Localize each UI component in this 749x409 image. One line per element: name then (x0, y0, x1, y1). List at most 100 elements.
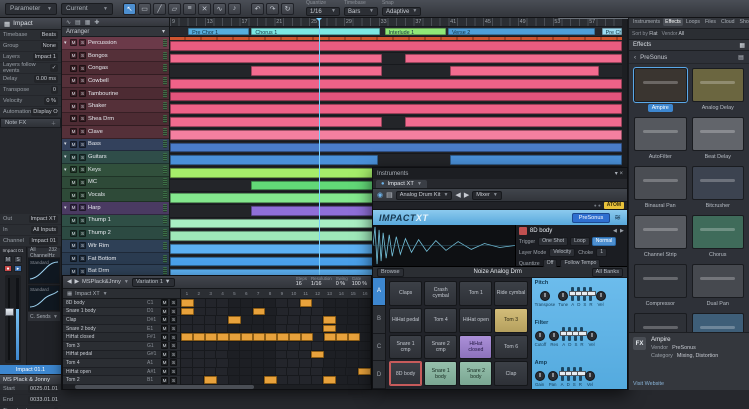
inspector-track-header[interactable]: ▦Impact (0, 18, 61, 30)
track-solo-button[interactable]: S (79, 128, 86, 135)
pattern-step[interactable] (240, 359, 252, 367)
effect-item-beat-delay[interactable]: Beat Delay (692, 117, 745, 161)
fader-thumb[interactable] (5, 308, 14, 316)
pattern-step[interactable] (228, 316, 241, 324)
pattern-step[interactable] (193, 325, 205, 333)
bank-filter-select[interactable]: All Banks (592, 268, 623, 277)
lane-solo-button[interactable]: S (170, 299, 177, 306)
pattern-step[interactable] (217, 359, 229, 367)
folder-caret-icon[interactable]: ▾ (64, 167, 68, 173)
grid-view-icon[interactable]: ▦ (739, 42, 745, 49)
monitor-button[interactable]: ▸ (14, 265, 22, 272)
pattern-step[interactable] (287, 351, 299, 359)
lane-solo-button[interactable]: S (170, 377, 177, 384)
track-solo-button[interactable]: S (79, 242, 86, 249)
knob-pan[interactable]: Pan (548, 371, 558, 387)
pattern-step[interactable] (277, 376, 289, 384)
slider[interactable] (577, 287, 580, 301)
inspector-row-value[interactable]: None (41, 42, 58, 50)
pattern-step[interactable] (229, 299, 241, 307)
pattern-step[interactable] (289, 308, 301, 316)
pattern-step[interactable] (229, 376, 241, 384)
pattern-step[interactable] (264, 359, 276, 367)
pad-crash-cymbal[interactable]: Crash cymbal (424, 281, 457, 306)
pattern-step[interactable] (311, 316, 323, 324)
mute-tool[interactable]: ✕ (198, 3, 211, 15)
pattern-step[interactable] (241, 333, 253, 341)
env-slider-d[interactable]: D (567, 367, 570, 387)
pattern-lane-hihat-pedal[interactable]: HiHat pedalG#1MS (63, 351, 180, 360)
pattern-step[interactable] (217, 299, 229, 307)
track-solo-button[interactable]: S (79, 268, 86, 275)
pattern-step[interactable] (324, 351, 336, 359)
pattern-step[interactable] (205, 359, 217, 367)
pattern-step[interactable] (324, 299, 336, 307)
audio-clip[interactable] (170, 54, 382, 64)
audio-clip[interactable] (405, 54, 622, 64)
pattern-step[interactable] (276, 316, 288, 324)
track-mute-button[interactable]: M (70, 242, 77, 249)
pad-snare-1-body[interactable]: Snare 1 body (424, 361, 457, 386)
folder-caret-icon[interactable]: ▾ (64, 205, 68, 211)
pad-hihat-closed[interactable]: HiHat closed (459, 335, 492, 360)
pattern-step[interactable] (193, 368, 205, 376)
pattern-step[interactable] (300, 342, 312, 350)
audio-clip[interactable] (170, 92, 622, 102)
pattern-step[interactable] (300, 316, 312, 324)
lane-solo-button[interactable]: S (170, 325, 177, 332)
pattern-step[interactable] (312, 299, 324, 307)
track-header-harp[interactable]: ▾MSHarp (62, 202, 169, 215)
prev-sample-icon[interactable]: ◀ (613, 228, 617, 234)
pattern-step[interactable] (299, 368, 311, 376)
inspector-row[interactable]: GroupNone (0, 41, 61, 52)
audio-clip[interactable] (251, 66, 382, 76)
pattern-step[interactable] (240, 376, 252, 384)
knob-transpose[interactable]: Transpose (535, 291, 556, 307)
pad-tom-6[interactable]: Tom 6 (494, 335, 527, 360)
knob-tune[interactable]: Tune (558, 291, 568, 307)
draw-icon[interactable]: ∿ (66, 19, 71, 26)
pattern-step[interactable] (348, 316, 360, 324)
lane-mute-button[interactable]: M (161, 368, 168, 375)
pattern-step[interactable] (181, 299, 194, 307)
pattern-step[interactable] (205, 342, 217, 350)
track-header-bass[interactable]: ▾MSBass (62, 139, 169, 152)
effect-item-binaural-pan[interactable]: Binaural Pan (634, 166, 687, 210)
inspector-row[interactable]: AutomationDisplay Off (0, 107, 61, 118)
res-knob[interactable] (549, 331, 559, 341)
power-icon[interactable]: ◉ (377, 191, 383, 199)
pattern-step[interactable] (252, 376, 264, 384)
pattern-lane-snare-1-body[interactable]: Snare 1 bodyD1MS (63, 308, 180, 317)
track-header-shea-drm[interactable]: MSShea Drm (62, 113, 169, 126)
pattern-lane-8d-body[interactable]: 8D bodyC1MS (63, 299, 180, 308)
track-mute-button[interactable]: M (70, 141, 77, 148)
pattern-step[interactable] (194, 308, 206, 316)
track-mute-button[interactable]: M (70, 52, 77, 59)
keyboard-icon[interactable]: ▤ (386, 191, 393, 199)
vel-knob[interactable]: Vel (585, 371, 595, 387)
eq-curve-1[interactable]: Standard (28, 258, 60, 284)
pattern-lane-tom-3[interactable]: Tom 3G1MS (63, 342, 180, 351)
pattern-lane-tom-2[interactable]: Tom 2B1MS (63, 376, 180, 385)
pad-8d-body[interactable]: 8D body (389, 361, 422, 386)
pattern-step[interactable] (312, 376, 324, 384)
quantize-select[interactable]: 1/16▼ (306, 7, 340, 16)
pattern-step[interactable] (241, 299, 253, 307)
pattern-step[interactable] (359, 299, 371, 307)
pattern-step[interactable] (181, 351, 193, 359)
pad-tom-4[interactable]: Tom 4 (424, 308, 457, 333)
pattern-step[interactable] (217, 342, 229, 350)
pattern-step[interactable] (181, 368, 193, 376)
pattern-step[interactable] (240, 368, 252, 376)
audio-clip[interactable] (251, 206, 378, 216)
pattern-step[interactable] (313, 333, 324, 341)
pattern-param[interactable]: Resolution1/16 (311, 277, 332, 287)
pattern-step[interactable] (359, 325, 371, 333)
pad-tom-1[interactable]: Tom 1 (459, 281, 492, 306)
pattern-lane-snare-2-body[interactable]: Snare 2 bodyE1MS (63, 325, 180, 334)
pattern-step[interactable] (252, 325, 264, 333)
vel-knob[interactable]: Vel (596, 291, 606, 307)
effect-item-channel-strip[interactable]: Channel Strip (634, 215, 687, 259)
track-solo-button[interactable]: S (79, 52, 86, 59)
track-solo-button[interactable]: S (79, 179, 86, 186)
